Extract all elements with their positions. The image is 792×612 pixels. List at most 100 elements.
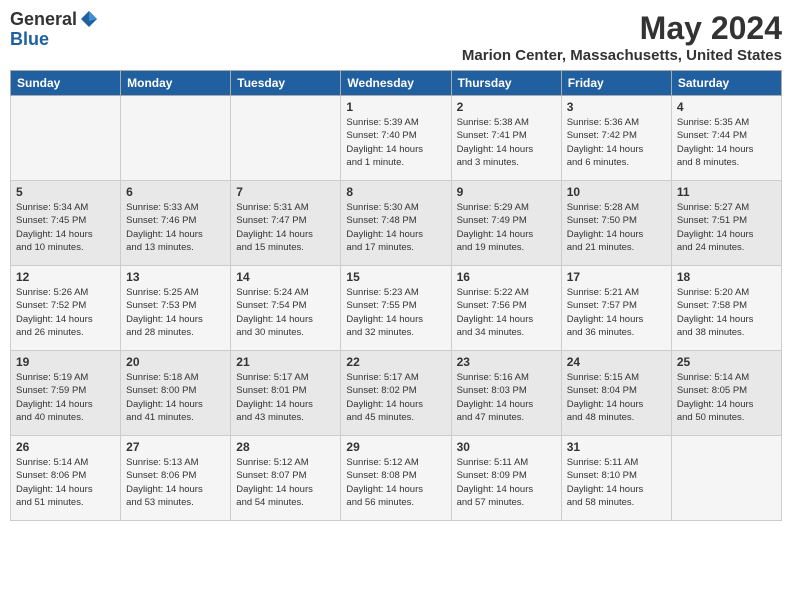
- header-monday: Monday: [121, 71, 231, 96]
- day-info-line: Daylight: 14 hours: [16, 483, 115, 496]
- day-number: 31: [567, 440, 666, 454]
- day-number: 14: [236, 270, 335, 284]
- day-number: 20: [126, 355, 225, 369]
- day-info-line: Daylight: 14 hours: [457, 483, 556, 496]
- day-info-line: Sunrise: 5:14 AM: [16, 456, 115, 469]
- calendar-cell: 17Sunrise: 5:21 AMSunset: 7:57 PMDayligh…: [561, 266, 671, 351]
- day-info-line: Sunrise: 5:24 AM: [236, 286, 335, 299]
- day-info-line: Sunset: 8:02 PM: [346, 384, 445, 397]
- calendar-cell: 8Sunrise: 5:30 AMSunset: 7:48 PMDaylight…: [341, 181, 451, 266]
- day-info-line: and 17 minutes.: [346, 241, 445, 254]
- day-info-line: and 34 minutes.: [457, 326, 556, 339]
- month-year-title: May 2024: [462, 10, 782, 47]
- day-info-line: Sunrise: 5:20 AM: [677, 286, 776, 299]
- day-info-line: and 47 minutes.: [457, 411, 556, 424]
- day-info-line: Sunrise: 5:17 AM: [346, 371, 445, 384]
- location-subtitle: Marion Center, Massachusetts, United Sta…: [462, 47, 782, 64]
- header-friday: Friday: [561, 71, 671, 96]
- day-info-line: Daylight: 14 hours: [567, 143, 666, 156]
- day-info-line: Daylight: 14 hours: [346, 313, 445, 326]
- day-info-line: Sunrise: 5:30 AM: [346, 201, 445, 214]
- calendar-cell: 13Sunrise: 5:25 AMSunset: 7:53 PMDayligh…: [121, 266, 231, 351]
- calendar-cell: 23Sunrise: 5:16 AMSunset: 8:03 PMDayligh…: [451, 351, 561, 436]
- day-number: 24: [567, 355, 666, 369]
- day-info-line: and 24 minutes.: [677, 241, 776, 254]
- day-info-line: Sunrise: 5:21 AM: [567, 286, 666, 299]
- day-info-line: Sunrise: 5:35 AM: [677, 116, 776, 129]
- header-sunday: Sunday: [11, 71, 121, 96]
- day-info-line: Sunrise: 5:33 AM: [126, 201, 225, 214]
- day-info-line: Daylight: 14 hours: [16, 228, 115, 241]
- day-info-line: Sunrise: 5:22 AM: [457, 286, 556, 299]
- day-number: 21: [236, 355, 335, 369]
- day-info-line: Daylight: 14 hours: [346, 143, 445, 156]
- calendar-table: Sunday Monday Tuesday Wednesday Thursday…: [10, 70, 782, 521]
- calendar-cell: [11, 96, 121, 181]
- calendar-cell: 31Sunrise: 5:11 AMSunset: 8:10 PMDayligh…: [561, 436, 671, 521]
- day-number: 4: [677, 100, 776, 114]
- day-info-line: Sunset: 7:51 PM: [677, 214, 776, 227]
- calendar-cell: 26Sunrise: 5:14 AMSunset: 8:06 PMDayligh…: [11, 436, 121, 521]
- day-info-line: and 19 minutes.: [457, 241, 556, 254]
- day-info-line: Sunset: 7:42 PM: [567, 129, 666, 142]
- day-info-line: Daylight: 14 hours: [126, 228, 225, 241]
- day-number: 15: [346, 270, 445, 284]
- day-info-line: Sunset: 8:01 PM: [236, 384, 335, 397]
- day-info-line: Sunrise: 5:28 AM: [567, 201, 666, 214]
- calendar-cell: 4Sunrise: 5:35 AMSunset: 7:44 PMDaylight…: [671, 96, 781, 181]
- day-info-line: Sunset: 7:58 PM: [677, 299, 776, 312]
- day-info-line: and 48 minutes.: [567, 411, 666, 424]
- day-info-line: and 51 minutes.: [16, 496, 115, 509]
- day-info-line: Daylight: 14 hours: [346, 398, 445, 411]
- day-info-line: Sunrise: 5:29 AM: [457, 201, 556, 214]
- day-info-line: Daylight: 14 hours: [236, 398, 335, 411]
- day-info-line: and 26 minutes.: [16, 326, 115, 339]
- calendar-cell: 11Sunrise: 5:27 AMSunset: 7:51 PMDayligh…: [671, 181, 781, 266]
- day-number: 27: [126, 440, 225, 454]
- day-number: 8: [346, 185, 445, 199]
- title-area: May 2024 Marion Center, Massachusetts, U…: [462, 10, 782, 64]
- day-info-line: Sunset: 8:04 PM: [567, 384, 666, 397]
- day-info-line: Sunset: 7:59 PM: [16, 384, 115, 397]
- day-info-line: and 13 minutes.: [126, 241, 225, 254]
- calendar-cell: [671, 436, 781, 521]
- day-info-line: Daylight: 14 hours: [677, 313, 776, 326]
- day-info-line: Sunrise: 5:36 AM: [567, 116, 666, 129]
- calendar-cell: 29Sunrise: 5:12 AMSunset: 8:08 PMDayligh…: [341, 436, 451, 521]
- day-info-line: Sunset: 8:08 PM: [346, 469, 445, 482]
- day-info-line: Daylight: 14 hours: [567, 228, 666, 241]
- day-info-line: Sunset: 7:40 PM: [346, 129, 445, 142]
- day-info-line: Sunrise: 5:15 AM: [567, 371, 666, 384]
- day-info-line: Sunset: 7:45 PM: [16, 214, 115, 227]
- day-info-line: and 54 minutes.: [236, 496, 335, 509]
- day-info-line: Sunset: 7:53 PM: [126, 299, 225, 312]
- day-info-line: and 45 minutes.: [346, 411, 445, 424]
- day-info-line: Sunset: 7:48 PM: [346, 214, 445, 227]
- calendar-cell: 25Sunrise: 5:14 AMSunset: 8:05 PMDayligh…: [671, 351, 781, 436]
- logo-icon: [79, 9, 99, 29]
- day-number: 5: [16, 185, 115, 199]
- calendar-cell: 15Sunrise: 5:23 AMSunset: 7:55 PMDayligh…: [341, 266, 451, 351]
- header: General Blue May 2024 Marion Center, Mas…: [10, 10, 782, 64]
- day-number: 12: [16, 270, 115, 284]
- day-info-line: Sunrise: 5:39 AM: [346, 116, 445, 129]
- calendar-cell: 10Sunrise: 5:28 AMSunset: 7:50 PMDayligh…: [561, 181, 671, 266]
- header-thursday: Thursday: [451, 71, 561, 96]
- calendar-cell: 22 Sunrise: 5:17 AMSunset: 8:02 PMDayligh…: [341, 351, 451, 436]
- calendar-cell: 24Sunrise: 5:15 AMSunset: 8:04 PMDayligh…: [561, 351, 671, 436]
- day-info-line: Daylight: 14 hours: [567, 483, 666, 496]
- calendar-cell: 20Sunrise: 5:18 AMSunset: 8:00 PMDayligh…: [121, 351, 231, 436]
- calendar-week-4: 19Sunrise: 5:19 AMSunset: 7:59 PMDayligh…: [11, 351, 782, 436]
- day-info-line: Daylight: 14 hours: [677, 143, 776, 156]
- calendar-cell: 6Sunrise: 5:33 AMSunset: 7:46 PMDaylight…: [121, 181, 231, 266]
- day-info-line: Sunrise: 5:18 AM: [126, 371, 225, 384]
- day-info-line: Sunrise: 5:26 AM: [16, 286, 115, 299]
- day-number: 9: [457, 185, 556, 199]
- day-info-line: Sunrise: 5:13 AM: [126, 456, 225, 469]
- day-number: 22: [346, 355, 445, 369]
- day-info-line: Sunset: 7:50 PM: [567, 214, 666, 227]
- day-info-line: Daylight: 14 hours: [236, 313, 335, 326]
- day-info-line: and 21 minutes.: [567, 241, 666, 254]
- calendar-cell: 18Sunrise: 5:20 AMSunset: 7:58 PMDayligh…: [671, 266, 781, 351]
- calendar-cell: 12Sunrise: 5:26 AMSunset: 7:52 PMDayligh…: [11, 266, 121, 351]
